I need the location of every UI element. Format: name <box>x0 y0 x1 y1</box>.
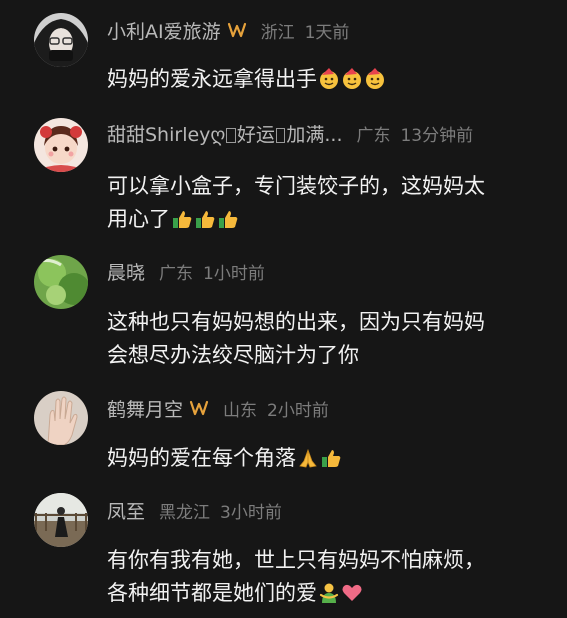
thumbs-up-icon <box>194 207 216 240</box>
location: 浙江 <box>260 22 295 43</box>
unknown-glyph-icon <box>226 127 236 143</box>
comment-line: 妈妈的爱在每个角落 <box>107 442 537 479</box>
thumbs-up-icon <box>171 207 193 240</box>
comment-text: 这种也只有妈妈想的出来，因为只有妈妈 会想尽办法绞尽脑汁为了你 <box>107 306 537 372</box>
username[interactable]: 晨晓 <box>107 258 145 285</box>
comment-text: 可以拿小盒子，专门装饺子的，这妈妈太 用心了 <box>107 170 537 240</box>
comment-line: 会想尽办法绞尽脑汁为了你 <box>107 343 359 367</box>
username[interactable]: 甜甜Shirleyღ 好运 加满... <box>107 120 342 147</box>
thumbs-up-icon <box>217 207 239 240</box>
username-part: 好运 <box>236 123 275 146</box>
hugging-figure-icon <box>318 581 340 614</box>
comment-line: 这种也只有妈妈想的出来，因为只有妈妈 <box>107 310 485 334</box>
comment-meta: 小利AI爱旅游 浙江 1天前 <box>107 15 349 45</box>
vip-badge-icon <box>227 21 247 39</box>
face-party-icon <box>341 67 363 100</box>
avatar[interactable] <box>34 255 88 309</box>
username[interactable]: 小利AI爱旅游 <box>107 17 221 44</box>
comment-line-text: 妈妈的爱在每个角落 <box>107 446 296 470</box>
location: 广东 <box>159 263 194 284</box>
timestamp: 2小时前 <box>267 400 329 421</box>
timestamp: 3小时前 <box>220 502 282 523</box>
avatar[interactable] <box>34 493 88 547</box>
unknown-glyph-icon <box>275 127 286 143</box>
username-part: 甜甜Shirleyღ <box>107 123 226 146</box>
comment-line-text: 用心了 <box>107 207 170 231</box>
comment-line: 妈妈的爱永远拿得出手 <box>107 63 537 100</box>
location: 广东 <box>356 125 391 146</box>
location: 山东 <box>223 400 258 421</box>
avatar[interactable] <box>34 391 88 445</box>
comment-text: 有你有我有她，世上只有妈妈不怕麻烦， 各种细节都是她们的爱 <box>107 544 537 614</box>
timestamp: 1小时前 <box>203 263 265 284</box>
timestamp: 13分钟前 <box>400 125 474 146</box>
comment-line: 可以拿小盒子，专门装饺子的，这妈妈太 <box>107 174 485 198</box>
folded-hands-icon <box>297 446 319 479</box>
location: 黑龙江 <box>159 502 211 523</box>
comment-line: 各种细节都是她们的爱 <box>107 577 537 614</box>
username[interactable]: 鹤舞月空 <box>107 395 183 422</box>
avatar[interactable] <box>34 118 88 172</box>
username[interactable]: 凤至 <box>107 497 145 524</box>
vip-badge-icon <box>189 399 209 417</box>
comment-line: 有你有我有她，世上只有妈妈不怕麻烦， <box>107 548 485 572</box>
comment-meta: 鹤舞月空 山东 2小时前 <box>107 393 329 423</box>
username-part: 加满... <box>286 123 343 146</box>
comment-text: 妈妈的爱永远拿得出手 <box>107 63 537 100</box>
comment-line: 用心了 <box>107 203 537 240</box>
timestamp: 1天前 <box>304 22 350 43</box>
face-party-icon <box>364 67 386 100</box>
comment-meta: 凤至 黑龙江 3小时前 <box>107 495 282 525</box>
comment-line-text: 妈妈的爱永远拿得出手 <box>107 67 317 91</box>
face-party-icon <box>318 67 340 100</box>
avatar[interactable] <box>34 13 88 67</box>
comment-line-text: 各种细节都是她们的爱 <box>107 581 317 605</box>
thumbs-up-icon <box>320 446 342 479</box>
comment-meta: 甜甜Shirleyღ 好运 加满... 广东 13分钟前 <box>107 118 473 148</box>
heart-icon <box>341 581 363 614</box>
comment-meta: 晨晓 广东 1小时前 <box>107 256 265 286</box>
comment-text: 妈妈的爱在每个角落 <box>107 442 537 479</box>
